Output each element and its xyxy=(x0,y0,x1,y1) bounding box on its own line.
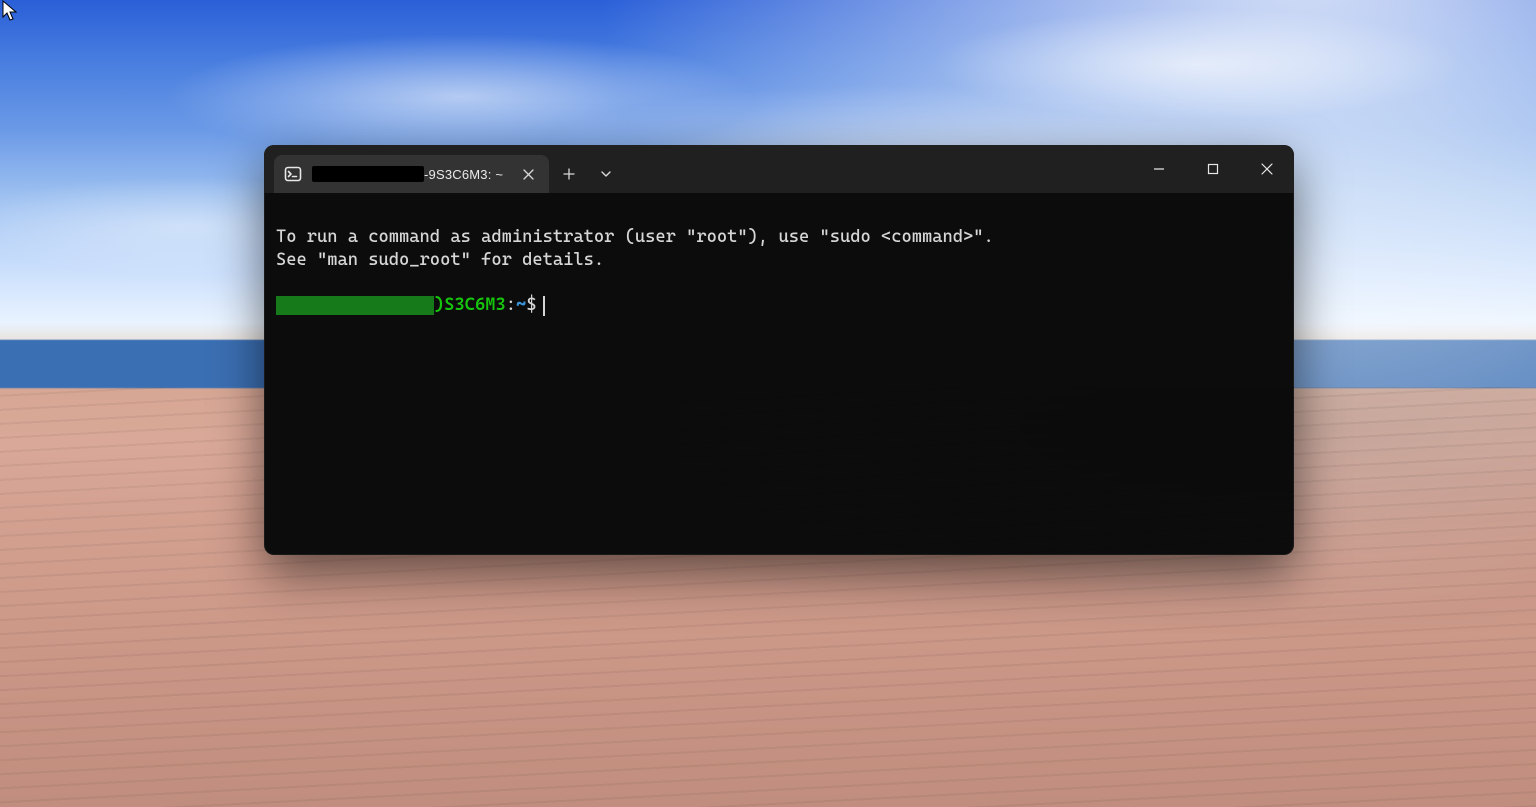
maximize-button[interactable] xyxy=(1186,145,1240,193)
plus-icon xyxy=(563,168,575,180)
desktop-wallpaper: -9S3C6M3: ~ xyxy=(0,0,1536,807)
motd-line: To run a command as administrator (user … xyxy=(276,227,994,247)
close-icon xyxy=(523,169,534,180)
titlebar-drag-region[interactable] xyxy=(623,145,1132,193)
close-window-button[interactable] xyxy=(1240,145,1294,193)
chevron-down-icon xyxy=(600,168,612,180)
terminal-window: -9S3C6M3: ~ xyxy=(264,145,1294,555)
new-tab-button[interactable] xyxy=(549,155,589,193)
prompt-separator: : xyxy=(506,294,516,317)
prompt-path: ~ xyxy=(516,294,526,317)
prompt-line: )S3C6M3:~$ xyxy=(276,294,1282,317)
prompt-symbol: $ xyxy=(526,294,536,317)
minimize-icon xyxy=(1153,163,1165,175)
redacted-prompt-user xyxy=(276,296,434,315)
cursor-icon xyxy=(2,0,18,22)
redacted-tab-prefix xyxy=(312,166,424,182)
motd-line: See "man sudo_root" for details. xyxy=(276,250,604,270)
text-cursor xyxy=(543,296,545,316)
titlebar[interactable]: -9S3C6M3: ~ xyxy=(264,145,1294,193)
terminal-icon xyxy=(284,165,302,183)
terminal-body[interactable]: To run a command as administrator (user … xyxy=(264,193,1294,555)
tab-active[interactable]: -9S3C6M3: ~ xyxy=(274,155,549,193)
prompt-host: )S3C6M3 xyxy=(434,294,506,317)
tab-close-button[interactable] xyxy=(517,163,539,185)
close-icon xyxy=(1261,163,1273,175)
tab-dropdown-button[interactable] xyxy=(589,155,623,193)
tab-title: -9S3C6M3: ~ xyxy=(312,166,503,182)
maximize-icon xyxy=(1207,163,1219,175)
minimize-button[interactable] xyxy=(1132,145,1186,193)
